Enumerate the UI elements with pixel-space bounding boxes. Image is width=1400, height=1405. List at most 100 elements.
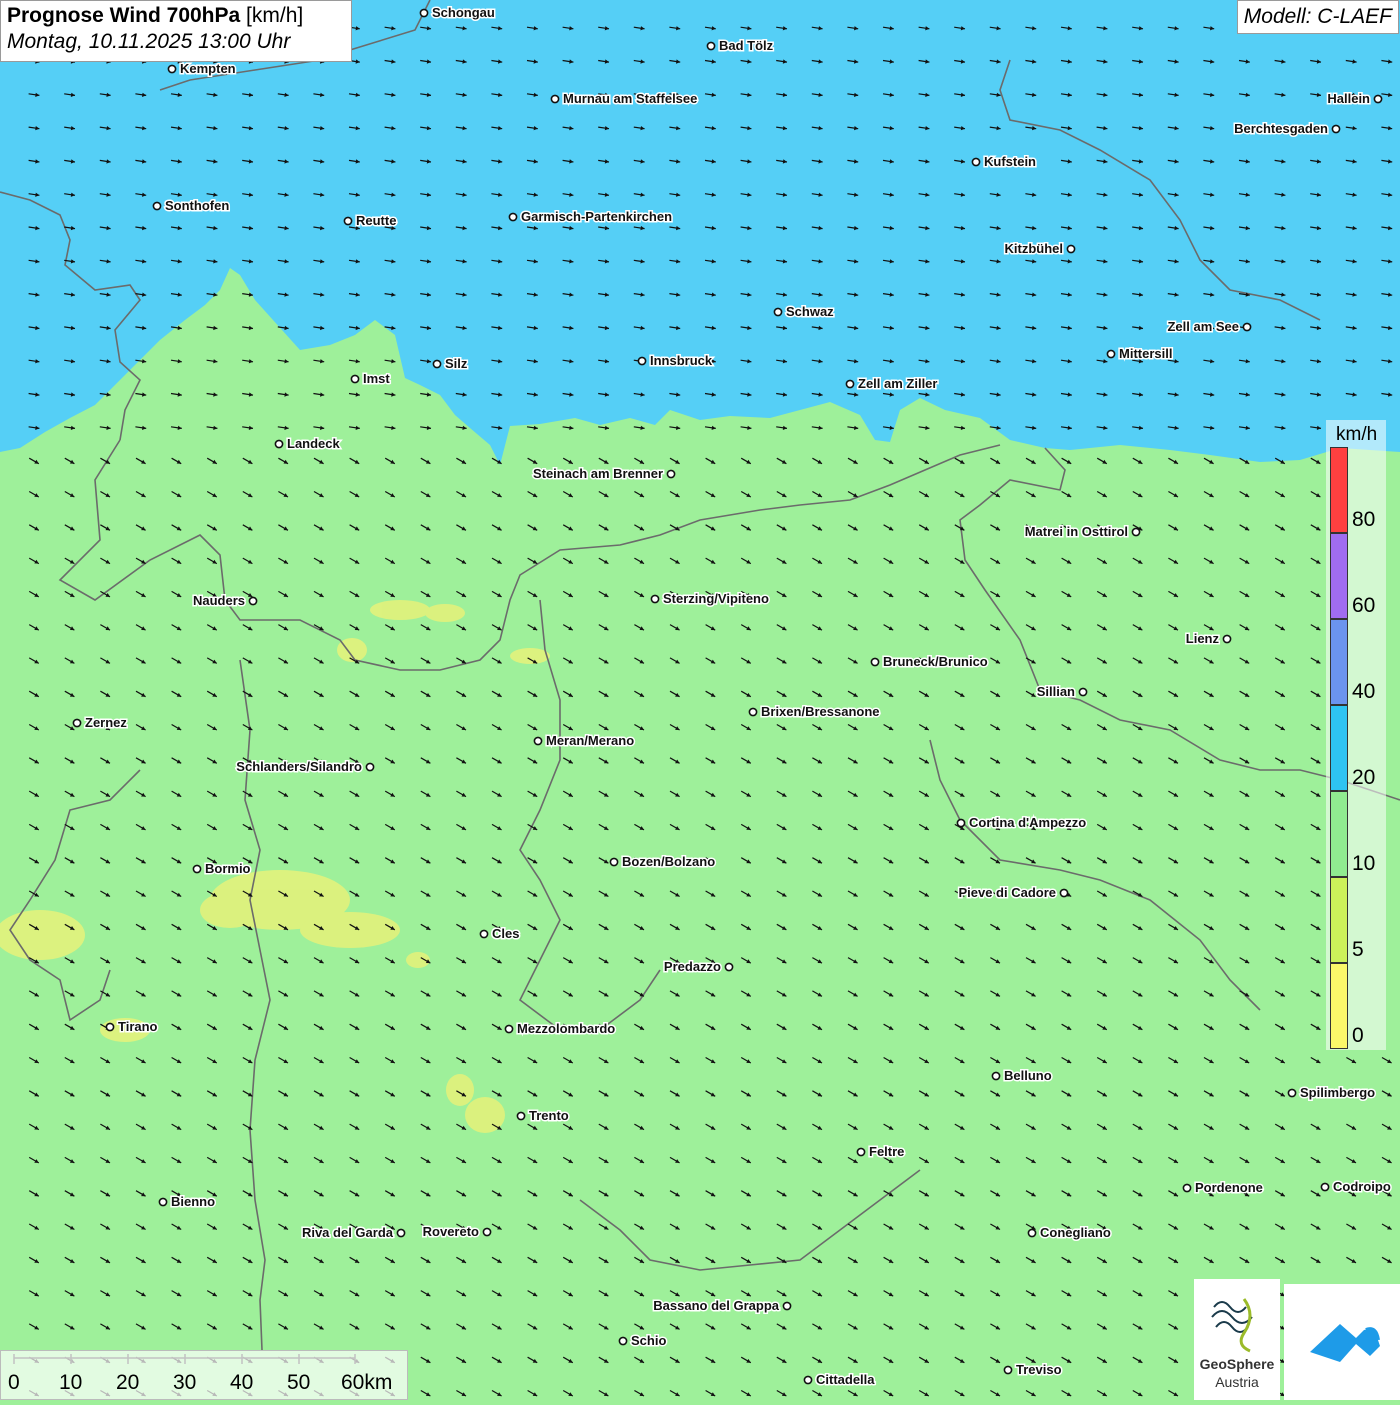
- legend-swatch-cyan: [1330, 705, 1348, 791]
- weather-app-logo[interactable]: [1284, 1284, 1400, 1400]
- city-dot-matrei-in-osttirol: [1131, 527, 1141, 537]
- city-label-rovereto: Rovereto: [423, 1224, 479, 1239]
- city-label-pordenone: Pordenone: [1195, 1180, 1263, 1195]
- city-dot-bruneck-brunico: [870, 657, 880, 667]
- city-label-kufstein: Kufstein: [984, 154, 1036, 169]
- city-label-lienz: Lienz: [1186, 631, 1220, 646]
- legend-label-0: 0: [1352, 1024, 1364, 1047]
- city-dot-kufstein: [971, 157, 981, 167]
- map-title-box: Prognose Wind 700hPa [km/h] Montag, 10.1…: [0, 0, 352, 62]
- city-label-bozen-bolzano: Bozen/Bolzano: [622, 854, 715, 869]
- geosphere-logo-subtext: Austria: [1215, 1374, 1259, 1390]
- map-title-unit: [km/h]: [246, 4, 304, 27]
- legend-unit: km/h: [1336, 424, 1378, 445]
- city-dot-kempten: [167, 64, 177, 74]
- city-dot-bassano-del-grappa: [782, 1301, 792, 1311]
- city-dot-meran-merano: [533, 736, 543, 746]
- city-label-treviso: Treviso: [1016, 1362, 1062, 1377]
- wind-map[interactable]: Schongau Bad Tölz Kempten Murnau am Staffel…: [0, 0, 1400, 1400]
- map-timestamp: Montag, 10.11.2025 13:00 Uhr: [7, 30, 291, 53]
- city-dot-landeck: [274, 439, 284, 449]
- city-label-cles: Cles: [492, 926, 519, 941]
- city-dot-treviso: [1003, 1365, 1013, 1375]
- city-dot-trento: [516, 1111, 526, 1121]
- city-label-riva-del-garda: Riva del Garda: [302, 1225, 394, 1240]
- city-dot-schongau: [419, 8, 429, 18]
- city-dot-zernez: [72, 718, 82, 728]
- city-dot-feltre: [856, 1147, 866, 1157]
- geosphere-emblem-icon: [1211, 1298, 1253, 1353]
- scale-label-50: 50: [287, 1371, 311, 1394]
- city-dot-sterzing-vipiteno: [650, 594, 660, 604]
- city-label-berchtesgaden: Berchtesgaden: [1234, 121, 1328, 136]
- city-label-bienno: Bienno: [171, 1194, 215, 1209]
- city-label-cortina-d-ampezzo: Cortina d'Ampezzo: [969, 815, 1086, 830]
- legend-swatch-yellow: [1330, 963, 1348, 1049]
- city-label-sterzing-vipiteno: Sterzing/Vipiteno: [663, 591, 769, 606]
- scale-label-30: 30: [173, 1371, 197, 1394]
- city-dot-sillian: [1078, 687, 1088, 697]
- city-dot-garmisch-partenkirchen: [508, 212, 518, 222]
- city-dot-innsbruck: [637, 356, 647, 366]
- city-label-spilimbergo: Spilimbergo: [1300, 1085, 1375, 1100]
- city-label-kempten: Kempten: [180, 61, 236, 76]
- city-dot-cortina-d-ampezzo: [956, 818, 966, 828]
- city-dot-codroipo: [1320, 1182, 1330, 1192]
- city-label-mittersill: Mittersill: [1119, 346, 1172, 361]
- city-dot-lienz: [1222, 634, 1232, 644]
- scale-label-60km: 60km: [341, 1371, 393, 1394]
- city-label-silz: Silz: [445, 356, 468, 371]
- city-dot-reutte: [343, 216, 353, 226]
- city-label-predazzo: Predazzo: [664, 959, 721, 974]
- city-dot-brixen-bressanone: [748, 707, 758, 717]
- city-label-bruneck-brunico: Bruneck/Brunico: [883, 654, 988, 669]
- city-label-zell-am-ziller: Zell am Ziller: [858, 376, 937, 391]
- city-label-innsbruck: Innsbruck: [650, 353, 713, 368]
- app-cloud-icon: [1310, 1324, 1380, 1362]
- city-label-hallein: Hallein: [1327, 91, 1370, 106]
- city-label-schwaz: Schwaz: [786, 304, 834, 319]
- city-label-mezzolombardo: Mezzolombardo: [517, 1021, 615, 1036]
- city-label-imst: Imst: [363, 371, 390, 386]
- city-label-bassano-del-grappa: Bassano del Grappa: [653, 1298, 779, 1313]
- city-dot-schio: [618, 1336, 628, 1346]
- city-dot-silz: [432, 359, 442, 369]
- city-dot-nauders: [248, 596, 258, 606]
- city-label-tirano: Tirano: [118, 1019, 158, 1034]
- city-label-landeck: Landeck: [287, 436, 341, 451]
- city-dot-conegliano: [1027, 1228, 1037, 1238]
- city-dot-mezzolombardo: [504, 1024, 514, 1034]
- city-label-zernez: Zernez: [85, 715, 127, 730]
- city-dot-bozen-bolzano: [609, 857, 619, 867]
- city-dot-belluno: [991, 1071, 1001, 1081]
- city-label-schio: Schio: [631, 1333, 666, 1348]
- city-dot-kitzbuhel: [1066, 244, 1076, 254]
- city-label-bad-tolz: Bad Tölz: [719, 38, 774, 53]
- map-title: Prognose Wind 700hPa [km/h]: [7, 4, 345, 28]
- city-dot-sonthofen: [152, 201, 162, 211]
- city-label-cittadella: Cittadella: [816, 1372, 875, 1387]
- city-dot-rovereto: [482, 1227, 492, 1237]
- city-label-zell-am-see: Zell am See: [1167, 319, 1239, 334]
- city-label-belluno: Belluno: [1004, 1068, 1052, 1083]
- city-dot-berchtesgaden: [1331, 124, 1341, 134]
- legend-label-5: 5: [1352, 938, 1364, 961]
- legend-swatch-violet: [1330, 533, 1348, 619]
- city-dot-steinach-am-brenner: [666, 469, 676, 479]
- geosphere-logo[interactable]: GeoSphere Austria: [1194, 1279, 1280, 1400]
- scale-label-40: 40: [230, 1371, 254, 1394]
- city-dot-zell-am-ziller: [845, 379, 855, 389]
- geosphere-logo-text: GeoSphere: [1199, 1356, 1275, 1372]
- city-label-brixen-bressanone: Brixen/Bressanone: [761, 704, 880, 719]
- city-label-steinach-am-brenner: Steinach am Brenner: [533, 466, 663, 481]
- city-dot-bienno: [158, 1197, 168, 1207]
- city-label-codroipo: Codroipo: [1333, 1179, 1391, 1194]
- city-label-meran-merano: Meran/Merano: [546, 733, 634, 748]
- city-dot-hallein: [1373, 94, 1383, 104]
- city-label-sonthofen: Sonthofen: [165, 198, 229, 213]
- legend-swatch-lime: [1330, 877, 1348, 963]
- legend-label-20: 20: [1352, 766, 1376, 789]
- scale-label-0: 0: [8, 1371, 20, 1394]
- legend-label-80: 80: [1352, 508, 1376, 531]
- model-label: Modell: C-LAEF: [1236, 0, 1399, 34]
